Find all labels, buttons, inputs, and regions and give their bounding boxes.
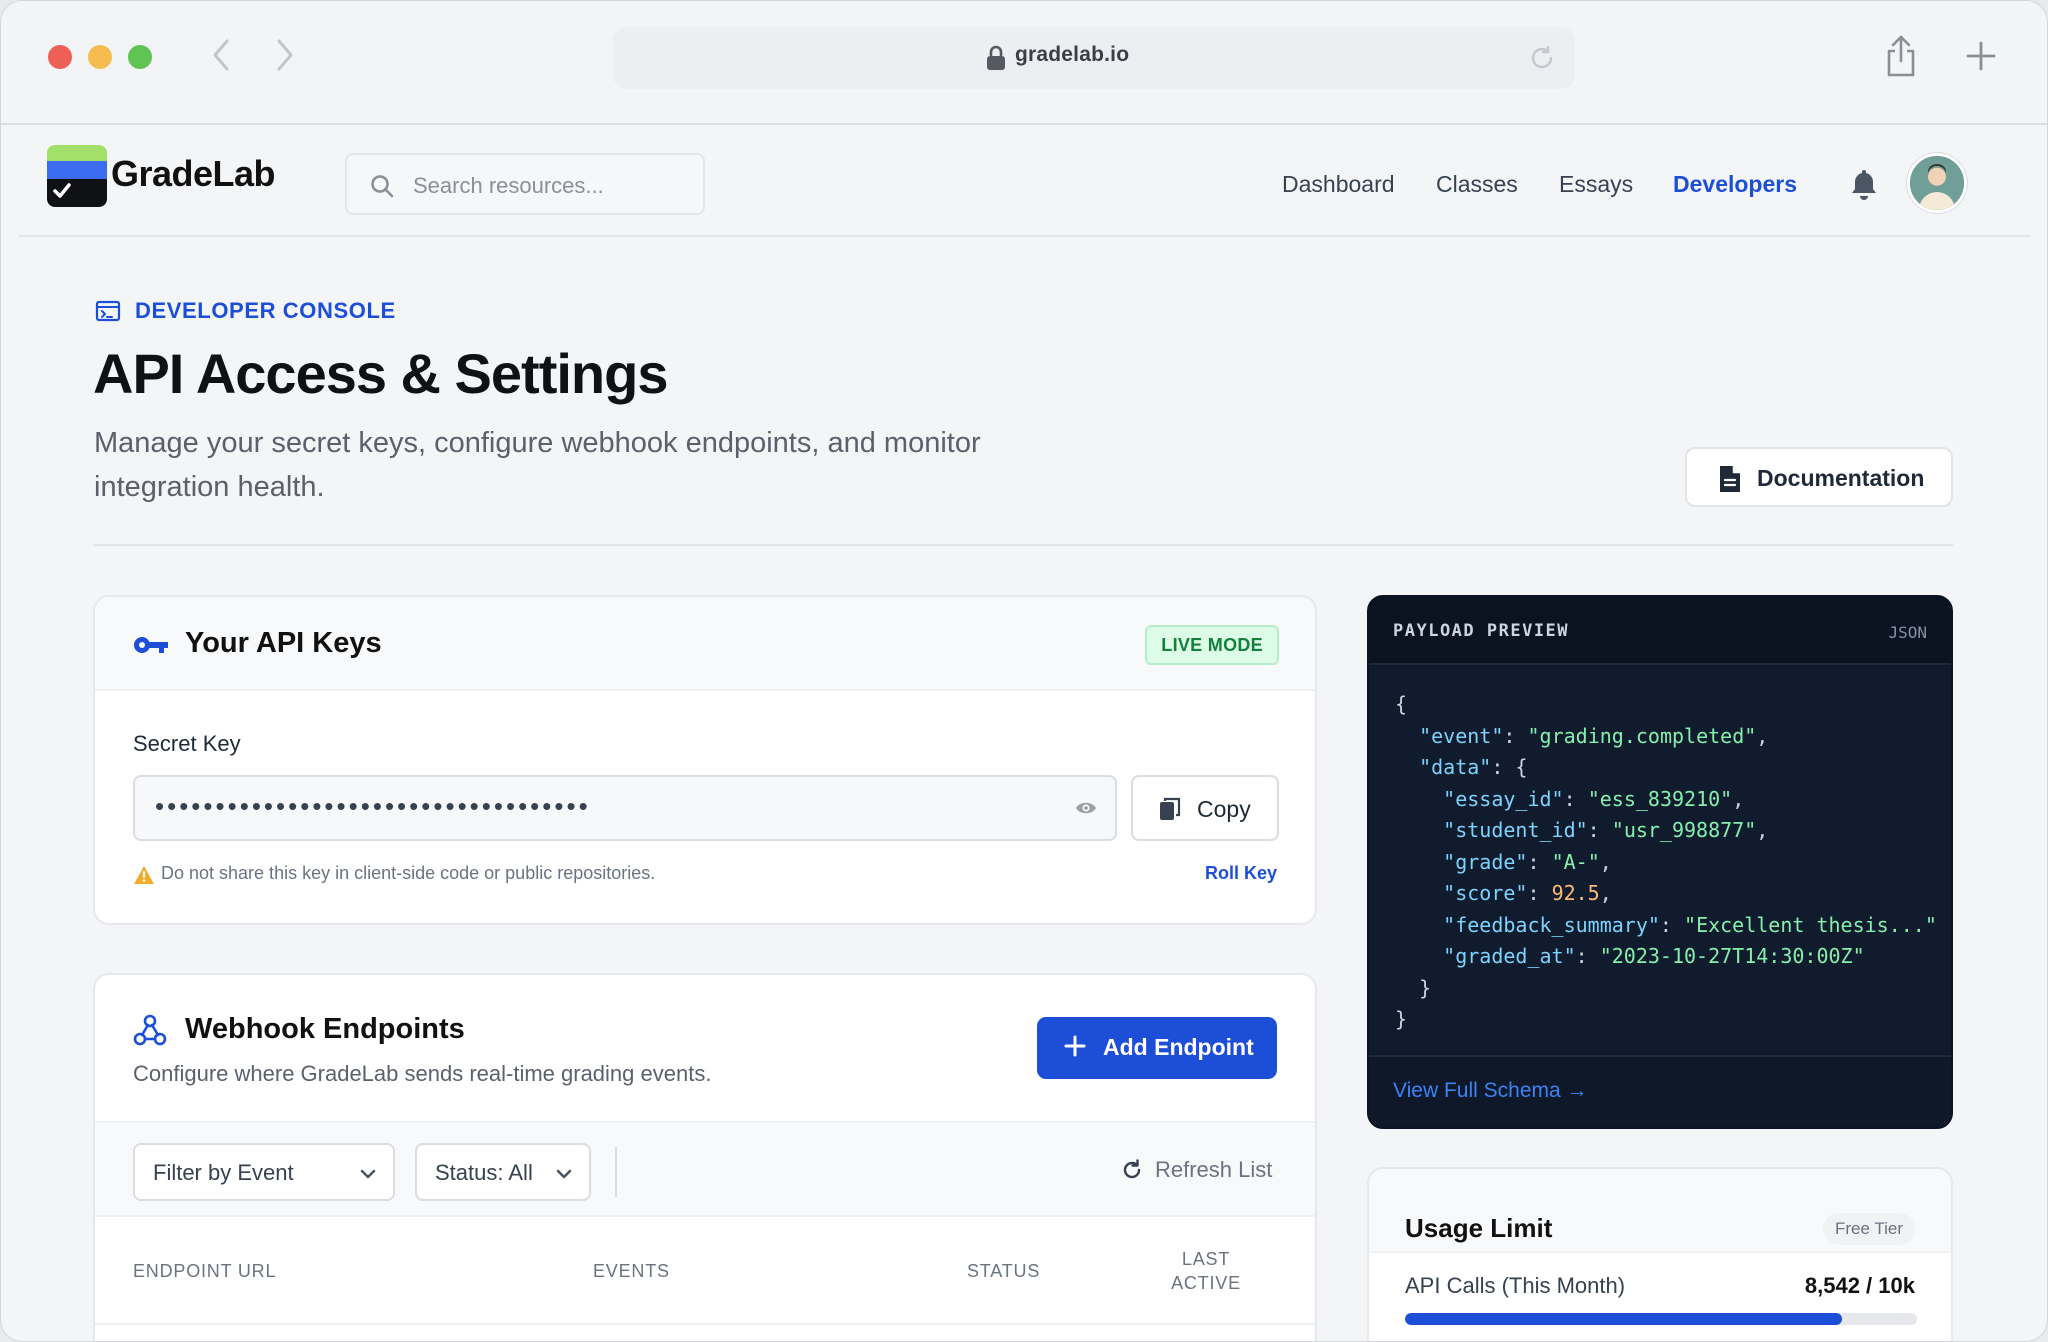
copy-key-button[interactable]: Copy [1131,775,1279,841]
filter-by-event-select[interactable]: Filter by Event [133,1143,395,1201]
add-endpoint-label: Add Endpoint [1103,1034,1254,1060]
eye-icon[interactable] [1075,799,1097,817]
live-mode-badge: LIVE MODE [1145,625,1279,665]
column-last-active[interactable]: LAST ACTIVE [1151,1247,1261,1295]
payload-student-id-value: usr_998877 [1623,818,1745,842]
nav-dashboard[interactable]: Dashboard [1282,171,1395,198]
payload-preview-footer: View Full Schema → [1369,1055,1951,1127]
roll-key-link[interactable]: Roll Key [1205,863,1277,884]
document-icon [1717,464,1743,494]
app-header: GradeLab Search resources... Dashboard C… [19,127,2031,237]
gradelab-logo-icon[interactable] [45,145,109,209]
status-filter-select[interactable]: Status: All [415,1143,591,1201]
search-input[interactable]: Search resources... [345,153,705,215]
usage-progress-bar [1405,1313,1917,1325]
endpoints-table-header: ENDPOINT URL EVENTS STATUS LAST ACTIVE [95,1219,1315,1325]
chevron-down-icon [359,1165,377,1183]
payload-preview-panel: PAYLOAD PREVIEW JSON { "event": "grading… [1367,595,1953,1129]
payload-preview-header: PAYLOAD PREVIEW JSON [1369,597,1951,665]
user-avatar[interactable] [1907,153,1967,213]
payload-preview-title: PAYLOAD PREVIEW [1393,621,1570,641]
payload-format-label: JSON [1888,623,1927,642]
page-subtitle: Manage your secret keys, configure webho… [94,427,981,503]
payload-score-value: 92.5 [1551,881,1600,905]
nav-essays[interactable]: Essays [1559,171,1633,198]
api-keys-card: Your API Keys LIVE MODE Secret Key •••••… [93,595,1317,925]
forward-arrow-icon[interactable] [269,35,299,75]
payload-essay-id-value: ess_839210 [1599,786,1721,811]
payload-feedback-value: Excellent thesis... [1696,912,1925,937]
webhook-endpoints-card: Webhook Endpoints Configure where GradeL… [93,973,1317,1341]
usage-progress-fill [1405,1313,1843,1325]
secret-key-field[interactable]: •••••••••••••••••••••••••••••••••••• [133,775,1117,841]
refresh-icon [1121,1159,1143,1181]
documentation-label: Documentation [1757,465,1925,491]
column-status[interactable]: STATUS [967,1259,1040,1283]
refresh-list-label: Refresh List [1155,1157,1273,1182]
reload-icon[interactable] [1527,43,1557,73]
plus-icon [1063,1034,1087,1058]
close-window-button[interactable] [48,45,72,69]
zoom-window-button[interactable] [128,45,152,69]
browser-toolbar: gradelab.io [1,1,2047,125]
eyebrow-text: DEVELOPER CONSOLE [135,298,396,323]
filter-by-event-label: Filter by Event [153,1160,294,1185]
api-keys-title: Your API Keys [185,627,382,659]
warning-icon [133,865,155,885]
search-placeholder: Search resources... [413,173,604,198]
webhook-endpoints-subtitle: Configure where GradeLab sends real-time… [133,1061,712,1086]
address-bar[interactable]: gradelab.io [613,27,1575,89]
usage-limit-card: Usage Limit Free Tier API Calls (This Mo… [1367,1167,1953,1341]
status-filter-label: Status: All [435,1160,533,1185]
api-calls-value: 8,542 / 10k [1804,1273,1915,1298]
usage-limit-title: Usage Limit [1405,1213,1553,1243]
payload-json-code: { "event": "grading.completed", "data": … [1395,692,1937,1031]
webhook-filter-bar: Filter by Event Status: All Refresh List [95,1121,1315,1217]
page-title: API Access & Settings [93,342,668,405]
brand-name[interactable]: GradeLab [111,153,276,195]
back-arrow-icon[interactable] [207,35,237,75]
nav-classes[interactable]: Classes [1436,171,1518,198]
refresh-list-button[interactable]: Refresh List [1121,1157,1277,1187]
search-icon [369,173,395,199]
secret-key-value: •••••••••••••••••••••••••••••••••••• [155,791,591,821]
new-tab-icon[interactable] [1961,33,2001,79]
webhook-icon [133,1013,167,1047]
bell-icon[interactable] [1849,167,1879,201]
chevron-down-icon [555,1165,573,1183]
copy-label: Copy [1197,796,1251,822]
column-events[interactable]: EVENTS [593,1259,670,1283]
header-divider [93,544,1953,546]
secret-key-label: Secret Key [133,731,241,756]
share-icon[interactable] [1881,33,1921,79]
browser-window: gradelab.io GradeLab Search resources...… [0,0,2048,1342]
key-icon [133,633,169,657]
filter-separator [615,1147,617,1197]
lock-icon [985,45,1007,71]
copy-icon [1159,797,1181,821]
api-calls-label: API Calls (This Month) [1405,1273,1626,1298]
url-text: gradelab.io [1015,43,1130,66]
payload-event-value: grading.completed [1539,723,1745,748]
column-endpoint-url[interactable]: ENDPOINT URL [133,1259,276,1283]
payload-grade-value: A- [1563,849,1588,874]
payload-graded-at-value: 2023-10-27T14:30:00Z [1611,944,1853,968]
documentation-button[interactable]: Documentation [1685,447,1953,507]
add-endpoint-button[interactable]: Add Endpoint [1037,1017,1277,1079]
view-full-schema-link[interactable]: View Full Schema → [1393,1079,1588,1103]
minimize-window-button[interactable] [88,45,112,69]
nav-developers[interactable]: Developers [1673,171,1797,198]
webhook-endpoints-title: Webhook Endpoints [185,1013,465,1045]
free-tier-badge: Free Tier [1822,1213,1915,1245]
key-warning-text: Do not share this key in client-side cod… [161,863,656,883]
terminal-icon [95,299,121,323]
